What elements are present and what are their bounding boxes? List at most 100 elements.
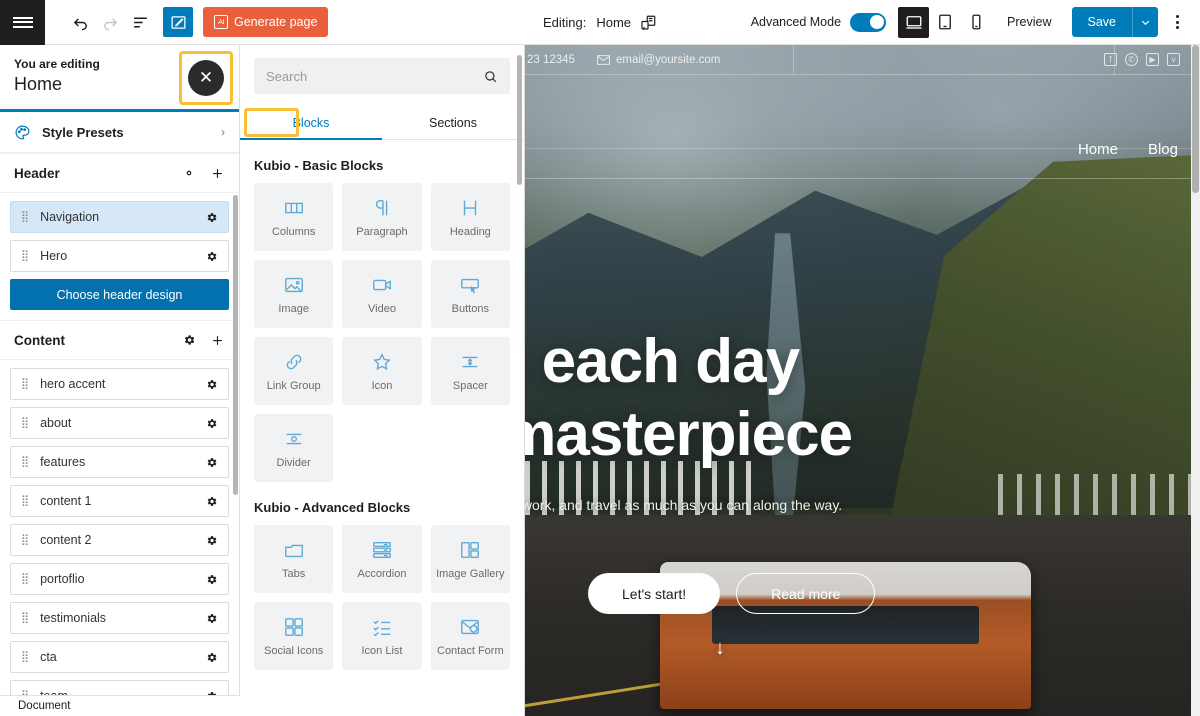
sidebar-header: You are editing Home ✕	[0, 45, 239, 112]
block-tile-label: Spacer	[452, 379, 488, 392]
page-switch-button[interactable]	[639, 14, 657, 32]
block-tile-contact-form[interactable]: Contact Form	[430, 602, 510, 670]
save-dropdown-button[interactable]	[1132, 7, 1158, 37]
lets-start-button[interactable]: Let's start!	[588, 573, 721, 614]
list-view-button[interactable]	[125, 7, 155, 37]
block-tile-buttons[interactable]: Buttons	[430, 260, 510, 328]
block-tile-accordion[interactable]: Accordion	[342, 525, 422, 593]
more-options-button[interactable]	[1162, 7, 1192, 37]
read-more-button[interactable]: Read more	[736, 573, 876, 614]
list-item[interactable]: ⣿ Navigation	[10, 201, 229, 233]
save-button[interactable]: Save	[1071, 7, 1132, 37]
list-item[interactable]: ⣿ content 2	[10, 524, 229, 556]
block-tile-paragraph[interactable]: Paragraph	[342, 183, 422, 251]
list-item[interactable]: ⣿ portoflio	[10, 563, 229, 595]
header-add-button[interactable]	[210, 166, 225, 181]
item-settings-button[interactable]	[205, 495, 218, 508]
preview-button[interactable]: Preview	[991, 15, 1067, 29]
heading-icon	[459, 197, 481, 219]
nav-item-blog[interactable]: Blog	[1148, 141, 1178, 158]
redo-button[interactable]	[95, 7, 125, 37]
device-tablet-button[interactable]	[929, 7, 960, 38]
nav-item-home[interactable]: Home	[1078, 141, 1118, 158]
list-item-label: features	[40, 455, 86, 469]
device-mobile-button[interactable]	[960, 7, 991, 38]
block-tile-social-icons[interactable]: Social Icons	[254, 602, 334, 670]
contact-info: 23 12345 email@yoursite.com	[525, 54, 720, 66]
block-tile-heading[interactable]: Heading	[430, 183, 510, 251]
item-settings-button[interactable]	[205, 573, 218, 586]
list-item[interactable]: ⣿ cta	[10, 641, 229, 673]
list-item[interactable]: ⣿ hero accent	[10, 368, 229, 400]
sidebar-scrollbar[interactable]	[233, 195, 238, 495]
advanced-mode-label: Advanced Mode	[750, 15, 842, 29]
list-item[interactable]: ⣿ content 1	[10, 485, 229, 517]
list-item[interactable]: ⣿team	[10, 680, 229, 695]
item-settings-button[interactable]	[205, 456, 218, 469]
block-tile-link-group[interactable]: Link Group	[254, 337, 334, 405]
block-tile-spacer[interactable]: Spacer	[430, 337, 510, 405]
close-sidebar-button[interactable]: ✕	[188, 60, 224, 96]
whatsapp-icon[interactable]: ✆	[1125, 53, 1138, 66]
preview-scrollbar-thumb[interactable]	[1192, 45, 1199, 193]
drag-handle-icon[interactable]: ⣿	[21, 456, 29, 467]
preview-label: Preview	[1007, 15, 1052, 29]
twitter-icon[interactable]: ᴠ	[1167, 53, 1180, 66]
list-item[interactable]: ⣿ features	[10, 446, 229, 478]
drag-handle-icon[interactable]: ⣿	[21, 651, 29, 662]
edit-tool-button[interactable]	[163, 7, 193, 37]
item-settings-button[interactable]	[205, 534, 218, 547]
list-item-label: testimonials	[40, 611, 107, 625]
generate-page-button[interactable]: AI Generate page	[203, 7, 329, 37]
content-add-button[interactable]	[210, 333, 225, 348]
list-item[interactable]: ⣿ testimonials	[10, 602, 229, 634]
item-settings-button[interactable]	[205, 250, 218, 263]
item-settings-button[interactable]	[205, 417, 218, 430]
item-settings-button[interactable]	[205, 651, 218, 664]
block-tile-icon[interactable]: Icon	[342, 337, 422, 405]
undo-button[interactable]	[65, 7, 95, 37]
block-tile-label: Image Gallery	[436, 567, 505, 580]
drag-handle-icon[interactable]: ⣿	[21, 417, 29, 428]
drag-handle-icon[interactable]: ⣿	[21, 495, 29, 506]
block-tile-image-gallery[interactable]: Image Gallery	[430, 525, 510, 593]
device-desktop-button[interactable]	[898, 6, 930, 38]
block-tile-tabs[interactable]: Tabs	[254, 525, 334, 593]
item-settings-button[interactable]	[205, 612, 218, 625]
header-settings-button[interactable]	[182, 166, 196, 180]
search-box[interactable]	[254, 58, 510, 94]
block-tile-icon-list[interactable]: Icon List	[342, 602, 422, 670]
email-address[interactable]: email@yoursite.com	[616, 54, 720, 66]
gear-icon	[207, 652, 217, 662]
drag-handle-icon[interactable]: ⣿	[21, 612, 29, 623]
block-tile-image[interactable]: Image	[254, 260, 334, 328]
advanced-mode-toggle[interactable]	[850, 12, 887, 32]
drag-handle-icon[interactable]: ⣿	[21, 378, 29, 389]
sidebar-item-style-presets[interactable]: Style Presets ›	[0, 112, 239, 153]
tab-blocks[interactable]: Blocks	[240, 106, 382, 140]
content-items-list: ⣿ hero accent ⣿ about ⣿ features ⣿ content 1 ⣿ co…	[0, 360, 239, 695]
star-icon	[371, 351, 393, 373]
tab-sections[interactable]: Sections	[382, 106, 524, 139]
panel-scrollbar[interactable]	[517, 55, 522, 185]
preview-scrollbar[interactable]	[1191, 45, 1200, 716]
youtube-icon[interactable]: ▶	[1146, 53, 1159, 66]
list-item[interactable]: ⣿ Hero	[10, 240, 229, 272]
drag-handle-icon[interactable]: ⣿	[21, 573, 29, 584]
drag-handle-icon[interactable]: ⣿	[21, 211, 29, 222]
list-item[interactable]: ⣿ about	[10, 407, 229, 439]
item-settings-button[interactable]	[205, 378, 218, 391]
block-tile-columns[interactable]: Columns	[254, 183, 334, 251]
list-item-label: cta	[40, 650, 57, 664]
facebook-icon[interactable]: f	[1104, 53, 1117, 66]
content-settings-button[interactable]	[182, 333, 196, 347]
hamburger-menu-button[interactable]	[0, 0, 45, 45]
block-tile-video[interactable]: Video	[342, 260, 422, 328]
choose-header-design-button[interactable]: Choose header design	[10, 279, 229, 310]
search-input[interactable]	[266, 68, 483, 84]
scroll-down-arrow-icon[interactable]: ↓	[715, 637, 725, 660]
drag-handle-icon[interactable]: ⣿	[21, 250, 29, 261]
block-tile-divider[interactable]: Divider	[254, 414, 334, 482]
drag-handle-icon[interactable]: ⣿	[21, 534, 29, 545]
item-settings-button[interactable]	[205, 211, 218, 224]
